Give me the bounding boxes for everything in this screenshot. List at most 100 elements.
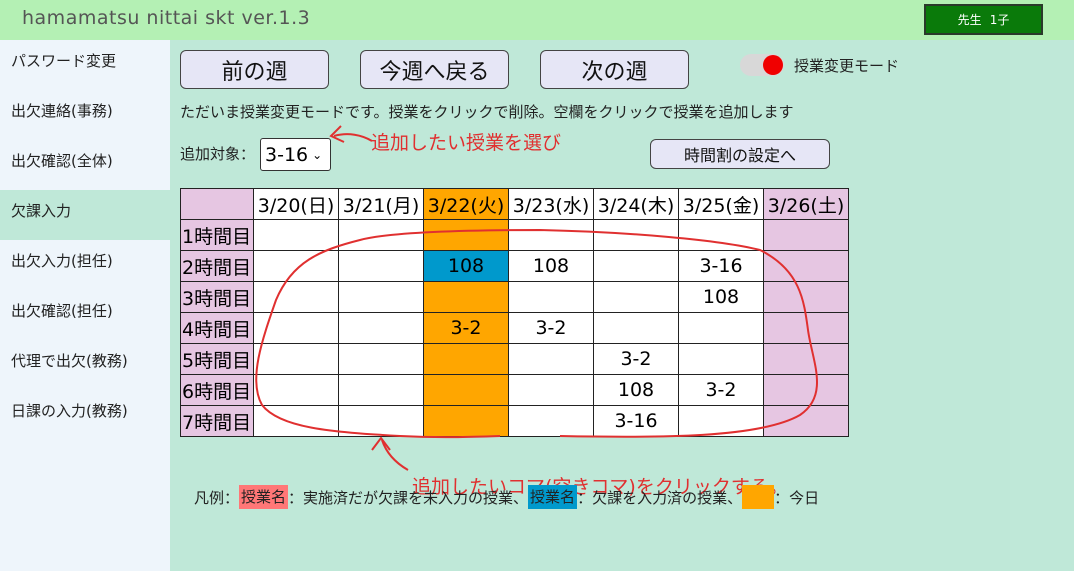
- legend-not-entered-chip: 授業名: [239, 485, 289, 509]
- timetable-row: 2時間目 108 108 3-16: [180, 250, 849, 282]
- timetable-cell[interactable]: [508, 281, 594, 313]
- sidebar-item-attendance-check-all[interactable]: 出欠確認(全体): [0, 140, 170, 190]
- timetable-cell[interactable]: [593, 312, 679, 344]
- day-header: 3/24(木): [593, 188, 679, 220]
- legend-entered-chip: 授業名: [528, 485, 578, 509]
- day-header: 3/20(日): [253, 188, 339, 220]
- timetable-cell[interactable]: 108: [593, 374, 679, 406]
- period-label: 5時間目: [180, 343, 254, 375]
- timetable-cell[interactable]: 3-2: [678, 374, 764, 406]
- chevron-down-icon: ⌄: [312, 147, 323, 162]
- timetable-header-row: 3/20(日) 3/21(月) 3/22(火) 3/23(水) 3/24(木) …: [180, 188, 849, 220]
- timetable-cell: [763, 343, 849, 375]
- timetable-cell[interactable]: [253, 374, 339, 406]
- timetable-row: 7時間目 3-16: [180, 405, 849, 437]
- legend-entered-text: ：欠課を入力済の授業、: [577, 488, 743, 507]
- period-label: 3時間目: [180, 281, 254, 313]
- timetable-cell[interactable]: 3-16: [593, 405, 679, 437]
- sidebar-item-absence-input[interactable]: 欠課入力: [0, 190, 170, 240]
- sidebar-item-attendance-input-homeroom[interactable]: 出欠入力(担任): [0, 240, 170, 290]
- app-title: hamamatsu nittai skt ver.1.3: [22, 7, 311, 29]
- timetable-cell: [763, 405, 849, 437]
- sidebar-item-daily-schedule[interactable]: 日課の入力(教務): [0, 390, 170, 440]
- timetable-cell: [763, 312, 849, 344]
- timetable-row: 5時間目 3-2: [180, 343, 849, 375]
- timetable-cell[interactable]: 3-2: [423, 312, 509, 344]
- timetable-cell[interactable]: [678, 219, 764, 251]
- timetable-cell[interactable]: [253, 312, 339, 344]
- timetable-cell[interactable]: [338, 312, 424, 344]
- period-label: 2時間目: [180, 250, 254, 282]
- timetable-cell[interactable]: [338, 250, 424, 282]
- timetable-cell[interactable]: [253, 343, 339, 375]
- target-selected-value: 3-16: [265, 143, 309, 166]
- timetable-settings-button[interactable]: 時間割の設定へ: [650, 139, 830, 169]
- day-header-weekend: 3/26(土): [763, 188, 849, 220]
- sidebar-item-attendance-check-homeroom[interactable]: 出欠確認(担任): [0, 290, 170, 340]
- timetable-cell[interactable]: [423, 374, 509, 406]
- timetable-cell[interactable]: [253, 281, 339, 313]
- timetable-cell[interactable]: 108: [508, 250, 594, 282]
- user-badge[interactable]: 先生 1子: [924, 4, 1043, 35]
- timetable-cell[interactable]: [253, 405, 339, 437]
- timetable-cell[interactable]: [593, 281, 679, 313]
- timetable-cell[interactable]: [508, 219, 594, 251]
- mode-toggle-label: 授業変更モード: [794, 57, 900, 75]
- day-header: 3/25(金): [678, 188, 764, 220]
- timetable-cell[interactable]: [593, 250, 679, 282]
- sidebar: パスワード変更 出欠連絡(事務) 出欠確認(全体) 欠課入力 出欠入力(担任) …: [0, 40, 170, 571]
- legend: 凡例： 授業名 ：実施済だが欠課を未入力の授業、 授業名 ：欠課を入力済の授業、…: [194, 484, 819, 510]
- timetable-cell[interactable]: [678, 405, 764, 437]
- mode-info-text: ただいま授業変更モードです。授業をクリックで削除。空欄をクリックで授業を追加しま…: [180, 103, 794, 121]
- timetable-cell[interactable]: [338, 219, 424, 251]
- timetable-cell[interactable]: 3-16: [678, 250, 764, 282]
- timetable-cell[interactable]: 3-2: [508, 312, 594, 344]
- annotation-select-hint: 追加したい授業を選び: [371, 132, 562, 154]
- target-class-select[interactable]: 3-16 ⌄: [260, 138, 331, 171]
- sidebar-item-proxy-attendance[interactable]: 代理で出欠(教務): [0, 340, 170, 390]
- period-label: 7時間目: [180, 405, 254, 437]
- prev-week-button[interactable]: 前の週: [180, 50, 329, 89]
- next-week-button[interactable]: 次の週: [540, 50, 689, 89]
- timetable-cell: [763, 219, 849, 251]
- sidebar-item-password[interactable]: パスワード変更: [0, 40, 170, 90]
- timetable-cell[interactable]: [678, 312, 764, 344]
- timetable-cell[interactable]: 3-2: [593, 343, 679, 375]
- timetable-cell[interactable]: [338, 405, 424, 437]
- timetable-cell[interactable]: [508, 343, 594, 375]
- timetable-cell[interactable]: [423, 219, 509, 251]
- timetable-cell[interactable]: [253, 250, 339, 282]
- timetable-cell: [763, 250, 849, 282]
- corner-cell: [180, 188, 254, 220]
- timetable-row: 6時間目 108 3-2: [180, 374, 849, 406]
- day-header: 3/21(月): [338, 188, 424, 220]
- day-header-today: 3/22(火): [423, 188, 509, 220]
- timetable-cell[interactable]: [338, 281, 424, 313]
- day-header: 3/23(水): [508, 188, 594, 220]
- timetable-cell[interactable]: [338, 343, 424, 375]
- timetable-row: 4時間目 3-2 3-2: [180, 312, 849, 344]
- sidebar-item-attendance-contact[interactable]: 出欠連絡(事務): [0, 90, 170, 140]
- timetable-cell[interactable]: [423, 343, 509, 375]
- period-label: 4時間目: [180, 312, 254, 344]
- timetable-cell[interactable]: [678, 343, 764, 375]
- timetable-cell[interactable]: 108: [678, 281, 764, 313]
- timetable-cell[interactable]: [508, 405, 594, 437]
- period-label: 6時間目: [180, 374, 254, 406]
- legend-today-chip: [742, 485, 775, 509]
- timetable-cell[interactable]: [423, 405, 509, 437]
- timetable-cell[interactable]: [338, 374, 424, 406]
- header-bar: hamamatsu nittai skt ver.1.3 先生 1子: [0, 0, 1074, 40]
- user-name: 1子: [989, 13, 1010, 27]
- mode-toggle[interactable]: [740, 54, 784, 76]
- timetable-cell[interactable]: [423, 281, 509, 313]
- timetable-cell[interactable]: [508, 374, 594, 406]
- timetable-cell[interactable]: [253, 219, 339, 251]
- target-label: 追加対象：: [180, 145, 256, 163]
- timetable-cell[interactable]: 108: [423, 250, 509, 282]
- timetable-cell: [763, 374, 849, 406]
- timetable-cell[interactable]: [593, 219, 679, 251]
- user-role: 先生: [957, 13, 982, 27]
- toggle-knob: [763, 55, 783, 75]
- this-week-button[interactable]: 今週へ戻る: [360, 50, 509, 89]
